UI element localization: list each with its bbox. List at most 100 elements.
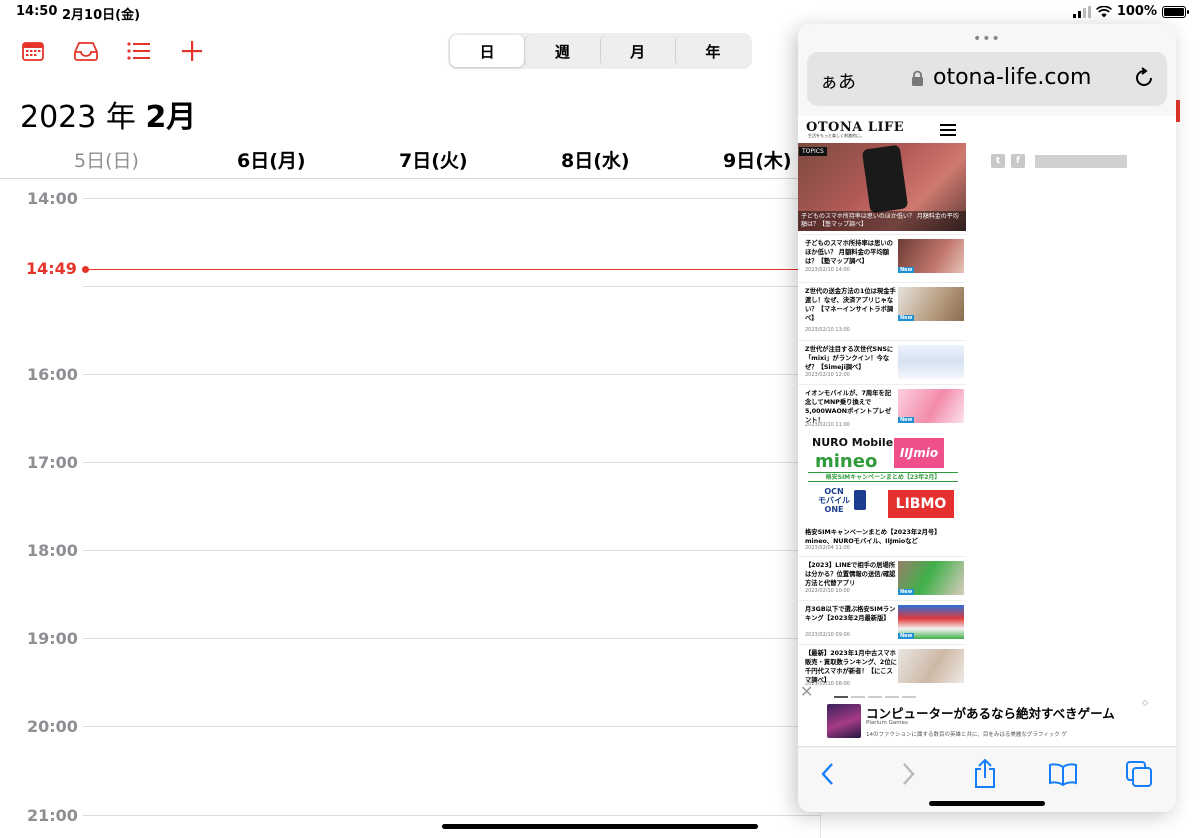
article-thumbnail[interactable]: New: [898, 239, 964, 273]
article-title[interactable]: イオンモバイルが、7周年を記念してMNP乗り換えで5,000WAONポイントプレ…: [805, 389, 897, 426]
home-indicator[interactable]: [442, 824, 758, 829]
wifi-icon: [1095, 5, 1112, 17]
article-date: 2023/02/10 09:00: [805, 632, 850, 638]
forward-icon[interactable]: [894, 759, 924, 789]
facebook-icon[interactable]: f: [1011, 154, 1025, 168]
mineo-logo: mineo: [815, 451, 878, 472]
day-header[interactable]: 7日(火): [399, 146, 468, 173]
hour-label: 18:00: [27, 541, 78, 560]
article-date: 2023/02/10 12:00: [805, 372, 850, 378]
view-switcher: 日 週 月 年: [448, 33, 752, 69]
reload-icon[interactable]: [1133, 67, 1155, 89]
multitasking-grabber-icon[interactable]: •••: [973, 31, 1001, 47]
month-title-year: 2023 年: [20, 100, 136, 135]
day-header[interactable]: 5日(日): [74, 146, 139, 173]
hour-label: 21:00: [27, 806, 78, 825]
new-badge: New: [898, 417, 915, 423]
hour-row: 19:00: [0, 629, 820, 649]
article-item[interactable]: イオンモバイルが、7周年を記念してMNP乗り換えで5,000WAONポイントプレ…: [798, 384, 966, 432]
hamburger-menu-icon[interactable]: [940, 124, 956, 136]
hour-row: 20:00: [0, 717, 820, 737]
url-text[interactable]: otona-life.com: [933, 65, 1091, 90]
ipad-screen: 14:50 2月10日(金) 100% 日 週 月 年 2023 年 2月 5日…: [0, 0, 1200, 838]
topics-tag: TOPICS: [799, 147, 827, 156]
article-item[interactable]: Z世代が注目する次世代SNSに「mixi」がランクイン！今なぜ？【Simeji調…: [798, 340, 966, 382]
article-title[interactable]: 格安SIMキャンペーンまとめ【2023年2月号】mineo、NUROモバイル、I…: [805, 528, 965, 546]
share-icon[interactable]: [970, 759, 1000, 789]
hour-label: 19:00: [27, 629, 78, 648]
article-item[interactable]: 【2023】LINEで相手の居場所は分かる？位置情報の送信/確認方法と代替アプリ…: [798, 556, 966, 598]
tab-day[interactable]: 日: [450, 35, 525, 67]
hour-line: [83, 374, 820, 375]
nuro-mobile-logo: NURO Mobile: [812, 436, 894, 449]
safari-toolbar: [798, 746, 1176, 812]
battery-fill: [1164, 7, 1184, 16]
address-bar[interactable]: ぁあ otona-life.com: [807, 52, 1167, 106]
tab-month[interactable]: 月: [599, 35, 675, 67]
bookmarks-icon[interactable]: [1048, 759, 1078, 789]
article-thumbnail[interactable]: New: [898, 287, 964, 321]
hour-line: [83, 726, 820, 727]
article-item[interactable]: 【最新】2023年1月中古スマホ販売・買取数ランキング、2位に千円代スマホが新者…: [798, 644, 966, 690]
battery-icon: [1162, 5, 1189, 18]
ad-info-icon[interactable]: ◇: [1142, 698, 1148, 707]
article-thumbnail[interactable]: [898, 345, 964, 379]
tab-year[interactable]: 年: [674, 35, 750, 67]
hour-line: [83, 198, 820, 199]
article-item[interactable]: 子どものスマホ所持率は思いのほか低い？ 月額料金の平均額は？【塾マップ調べ】 2…: [798, 234, 966, 280]
article-date: 2023/02/10 10:00: [805, 588, 850, 594]
twitter-icon[interactable]: t: [991, 154, 1005, 168]
article-thumbnail[interactable]: [898, 649, 964, 683]
status-date: 2月10日(金): [62, 8, 141, 23]
status-indicators: 100%: [1072, 4, 1189, 19]
day-header[interactable]: 8日(水): [561, 146, 630, 173]
plus-icon[interactable]: [179, 38, 205, 64]
tabs-icon[interactable]: [1124, 759, 1154, 789]
header-divider: [0, 178, 820, 179]
article-item[interactable]: 月3GB以下で選ぶ格安SIMランキング【2023年2月最新版】 2023/02/…: [798, 600, 966, 642]
article-title[interactable]: Z世代が注目する次世代SNSに「mixi」がランクイン！今なぜ？【Simeji調…: [805, 345, 897, 372]
slide-over-home-indicator[interactable]: [929, 801, 1045, 806]
article-title[interactable]: 【2023】LINEで相手の居場所は分かる？位置情報の送信/確認方法と代替アプリ: [805, 561, 897, 588]
ad-image[interactable]: [827, 704, 861, 738]
web-content[interactable]: OTONA LIFE 生活をもっと楽しく刺激的に。 t f TOPICS 子ども…: [798, 116, 1176, 746]
inbox-icon[interactable]: [73, 38, 99, 64]
hour-label: 14:00: [27, 189, 78, 208]
article-date: 2023/02/04 11:00: [805, 545, 850, 551]
ocn-logo: OCN モバイル ONE: [818, 487, 850, 514]
hero-article[interactable]: TOPICS 子どものスマホ所持率は思いのほか低い？ 月額料金の平均額は？【塾マ…: [798, 143, 966, 231]
sim-campaign-banner[interactable]: NURO Mobile mineo IIJmio 格安SIMキャンペーンまとめ【…: [802, 434, 962, 522]
status-time: 14:50: [16, 4, 58, 19]
hour-row: [0, 277, 820, 297]
new-badge: New: [898, 589, 915, 595]
month-title-month: 2月: [145, 100, 197, 135]
article-title[interactable]: 月3GB以下で選ぶ格安SIMランキング【2023年2月最新版】: [805, 605, 897, 623]
text-size-button[interactable]: ぁあ: [820, 68, 856, 94]
article-thumbnail[interactable]: New: [898, 561, 964, 595]
tab-week[interactable]: 週: [524, 35, 599, 67]
back-icon[interactable]: [812, 759, 842, 789]
article-thumbnail[interactable]: New: [898, 389, 964, 423]
hour-label: 16:00: [27, 365, 78, 384]
article-title[interactable]: Z世代の送金方法の1位は現金手渡し！なぜ、決済アプリじゃない？【マネーインサイト…: [805, 287, 897, 324]
ad-close-icon[interactable]: ✕: [800, 682, 813, 701]
article-title[interactable]: 子どものスマホ所持率は思いのほか低い？ 月額料金の平均額は？【塾マップ調べ】: [805, 239, 897, 266]
article-item[interactable]: 格安SIMキャンペーンまとめ【2023年2月号】mineo、NUROモバイル、I…: [798, 524, 966, 554]
current-time-line: [86, 269, 806, 270]
day-header[interactable]: 6日(月): [237, 146, 306, 173]
safari-slide-over: ••• ぁあ otona-life.com OTONA LIFE 生活をもっと楽…: [798, 24, 1176, 812]
article-item[interactable]: Z世代の送金方法の1位は現金手渡し！なぜ、決済アプリじゃない？【マネーインサイト…: [798, 282, 966, 338]
hour-line: [83, 286, 820, 287]
article-date: 2023/02/10 13:00: [805, 327, 850, 333]
day-header[interactable]: 9日(木): [723, 146, 792, 173]
signal-icon: [1072, 5, 1091, 18]
hero-caption[interactable]: 子どものスマホ所持率は思いのほか低い？ 月額料金の平均額は？【塾マップ調べ】: [798, 210, 966, 231]
hour-row: 21:00: [0, 806, 820, 826]
list-icon[interactable]: [126, 38, 152, 64]
calendar-icon[interactable]: [20, 38, 46, 64]
hour-label: 17:00: [27, 453, 78, 472]
sim-card-icon: [854, 490, 866, 510]
site-search-input[interactable]: [1035, 154, 1127, 168]
libmo-logo: LIBMO: [888, 490, 954, 518]
article-thumbnail[interactable]: New: [898, 605, 964, 639]
